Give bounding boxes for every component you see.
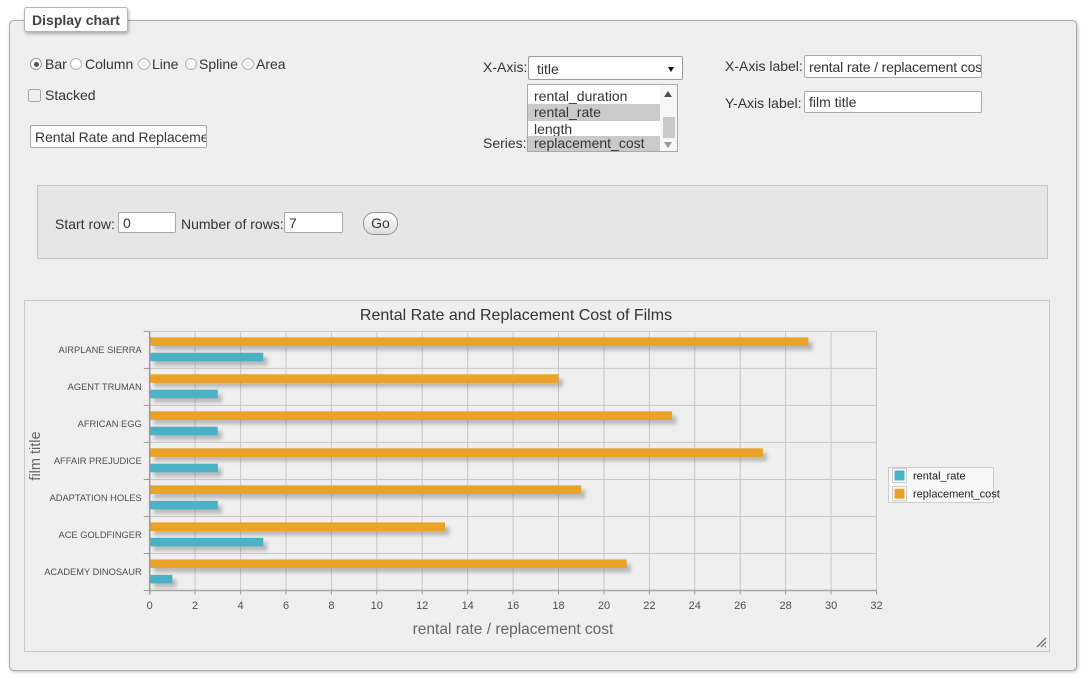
svg-text:12: 12 <box>416 600 428 612</box>
svg-text:16: 16 <box>507 600 519 612</box>
svg-text:2: 2 <box>192 600 198 612</box>
svg-text:32: 32 <box>870 600 882 612</box>
svg-text:10: 10 <box>371 600 383 612</box>
svg-text:rental_rate: rental_rate <box>913 471 966 483</box>
svg-text:28: 28 <box>779 600 791 612</box>
svg-text:8: 8 <box>328 600 334 612</box>
svg-text:ADAPTATION HOLES: ADAPTATION HOLES <box>50 493 142 503</box>
svg-text:24: 24 <box>689 600 701 612</box>
svg-text:ACADEMY DINOSAUR: ACADEMY DINOSAUR <box>44 567 142 577</box>
svg-text:AGENT TRUMAN: AGENT TRUMAN <box>68 382 142 392</box>
svg-text:AFRICAN EGG: AFRICAN EGG <box>78 419 142 429</box>
svg-text:rental rate / replacement cost: rental rate / replacement cost <box>413 621 614 638</box>
svg-text:6: 6 <box>283 600 289 612</box>
svg-text:AIRPLANE SIERRA: AIRPLANE SIERRA <box>59 345 143 355</box>
svg-text:30: 30 <box>825 600 837 612</box>
svg-text:4: 4 <box>238 600 244 612</box>
svg-text:film title: film title <box>28 431 44 480</box>
svg-text:replacement_cost: replacement_cost <box>913 489 1000 501</box>
svg-text:20: 20 <box>598 600 610 612</box>
svg-text:ACE GOLDFINGER: ACE GOLDFINGER <box>59 530 142 540</box>
svg-text:Rental Rate and Replacement Co: Rental Rate and Replacement Cost of Film… <box>360 307 672 324</box>
svg-text:22: 22 <box>643 600 655 612</box>
svg-text:AFFAIR PREJUDICE: AFFAIR PREJUDICE <box>54 456 142 466</box>
svg-text:14: 14 <box>462 600 474 612</box>
svg-text:26: 26 <box>734 600 746 612</box>
svg-text:18: 18 <box>552 600 564 612</box>
svg-text:0: 0 <box>147 600 153 612</box>
